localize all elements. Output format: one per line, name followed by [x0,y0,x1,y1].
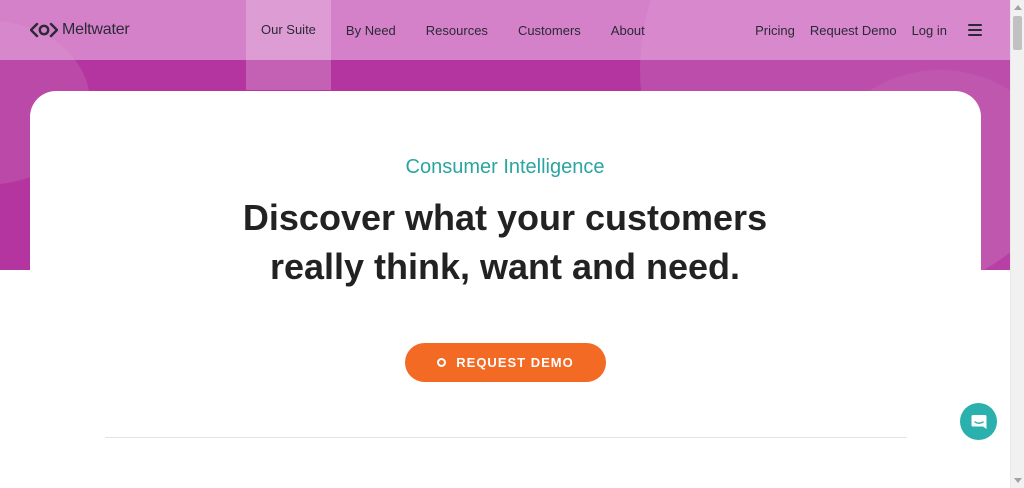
nav-item-resources[interactable]: Resources [411,0,503,60]
headline-line-1: Discover what your customers [242,197,768,238]
chat-launcher-button[interactable] [960,403,997,440]
request-demo-button[interactable]: REQUEST DEMO [405,343,606,382]
hamburger-menu-icon[interactable] [968,24,982,36]
page-scrollbar[interactable] [1010,0,1024,488]
nav-item-our-suite[interactable]: Our Suite [246,0,331,90]
request-demo-button-label: REQUEST DEMO [456,355,574,370]
pricing-link[interactable]: Pricing [755,23,795,38]
scrollbar-thumb[interactable] [1013,16,1022,50]
main-nav: Our Suite By Need Resources Customers Ab… [246,0,660,90]
circle-icon [437,358,447,367]
section-divider [105,437,907,438]
hero-eyebrow: Consumer Intelligence [405,156,605,178]
meltwater-logo-icon [30,22,58,38]
scroll-down-icon[interactable] [1014,478,1022,483]
secondary-nav: Pricing Request Demo Log in [755,0,982,60]
brand-name: Meltwater [62,21,130,38]
request-demo-link[interactable]: Request Demo [810,23,897,38]
site-header: Meltwater Our Suite By Need Resources Cu… [0,0,1010,90]
nav-item-by-need[interactable]: By Need [331,0,411,60]
chat-bubble-icon [971,414,986,429]
headline-line-2: really think, want and need. [269,246,741,287]
nav-item-customers[interactable]: Customers [503,0,596,60]
hero-headline: Discover what your customers really thin… [0,193,1010,291]
meltwater-logo[interactable]: Meltwater [30,19,130,41]
nav-item-about[interactable]: About [596,0,660,60]
scroll-up-icon[interactable] [1014,5,1022,10]
login-link[interactable]: Log in [912,23,947,38]
